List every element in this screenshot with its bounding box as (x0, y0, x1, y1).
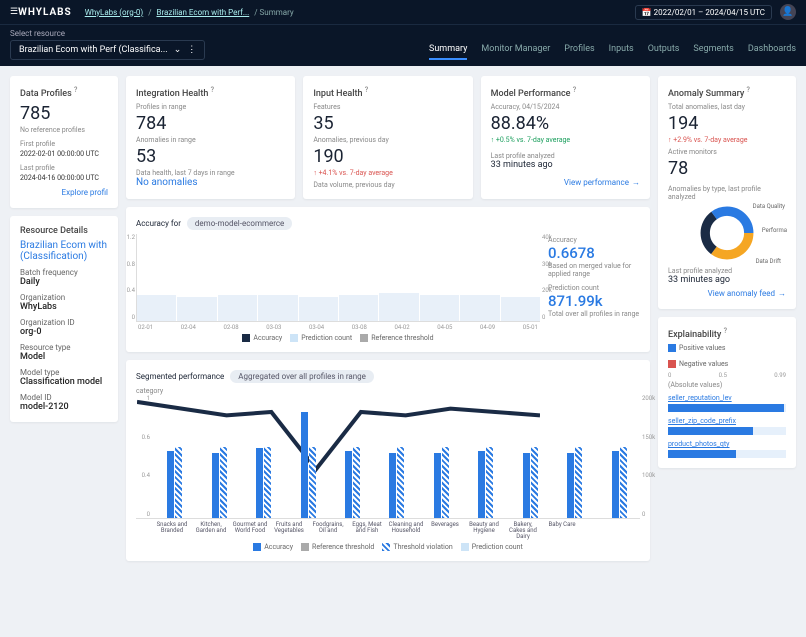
crumb-model[interactable]: Brazilian Ecom with Perf... (156, 8, 249, 17)
subbar: Select resource Brazilian Ecom with Perf… (0, 24, 806, 66)
explain-feature[interactable]: seller_zip_code_prefix (668, 417, 786, 425)
chevron-down-icon: ⌄ (174, 45, 182, 55)
nav-tabs: Summary Monitor Manager Profiles Inputs Outp… (429, 44, 796, 60)
anomaly-card: Anomaly Summary ? Total anomalies, last … (658, 76, 796, 309)
view-anomaly-link[interactable]: View anomaly feed → (708, 289, 786, 298)
tab-outputs[interactable]: Outputs (648, 44, 680, 60)
select-label: Select resource (10, 29, 205, 38)
resource-details-card: Resource Details Brazilian Ecom with (Cl… (10, 216, 118, 422)
input-health-card: Input Health ? Features 35 Anomalies, pr… (303, 76, 472, 199)
avatar[interactable]: 👤 (780, 4, 796, 20)
crumb-org[interactable]: WhyLabs (org-0) (85, 8, 143, 17)
data-profiles-value: 785 (20, 103, 108, 124)
view-performance-link[interactable]: View performance → (564, 178, 640, 187)
explain-feature[interactable]: product_photos_qty (668, 440, 786, 448)
explainability-card: Explainability ? Positive valuesNegative… (658, 317, 796, 468)
date-range-picker[interactable]: 📅 2022/02/01 – 2024/04/15 UTC (635, 5, 772, 20)
breadcrumb: WhyLabs (org-0) / Brazilian Ecom with Pe… (82, 8, 294, 17)
no-anomalies-link[interactable]: No anomalies (136, 177, 198, 188)
accuracy-chart[interactable]: 1.20.80.40 40k30k20k0 (136, 234, 540, 322)
explore-profiles-link[interactable]: Explore profil (62, 188, 108, 197)
logo: WHYLABS (18, 7, 72, 18)
tab-profiles[interactable]: Profiles (564, 44, 594, 60)
model-pill[interactable]: demo-model-ecommerce (187, 217, 292, 230)
integration-card: Integration Health ? Profiles in range 7… (126, 76, 295, 199)
tab-segments[interactable]: Segments (693, 44, 733, 60)
data-profiles-card: Data Profiles ? 785 No reference profile… (10, 76, 118, 208)
anomaly-donut[interactable]: Data Quality Performa Data Drift (699, 205, 755, 261)
tab-dashboards[interactable]: Dashboards (748, 44, 796, 60)
menu-icon[interactable]: ☰ (10, 7, 18, 17)
explain-feature[interactable]: seller_reputation_lev (668, 394, 786, 402)
resource-select[interactable]: Brazilian Ecom with Perf (Classifica...⌄… (10, 40, 205, 60)
tab-summary[interactable]: Summary (429, 44, 467, 60)
accuracy-chart-card: Accuracy fordemo-model-ecommerce 1.20.80… (126, 207, 650, 352)
crumb-page: Summary (260, 8, 294, 17)
tab-monitor-manager[interactable]: Monitor Manager (481, 44, 550, 60)
tab-inputs[interactable]: Inputs (609, 44, 634, 60)
segmented-chart[interactable]: 10.60.40 200k150k100k0 (136, 395, 640, 519)
model-perf-card: Model Performance ? Accuracy, 04/15/2024… (481, 76, 650, 199)
topbar: ☰ WHYLABS WhyLabs (org-0) / Brazilian Ec… (0, 0, 806, 24)
resource-name-link[interactable]: Brazilian Ecom with (Classification) (20, 240, 108, 262)
